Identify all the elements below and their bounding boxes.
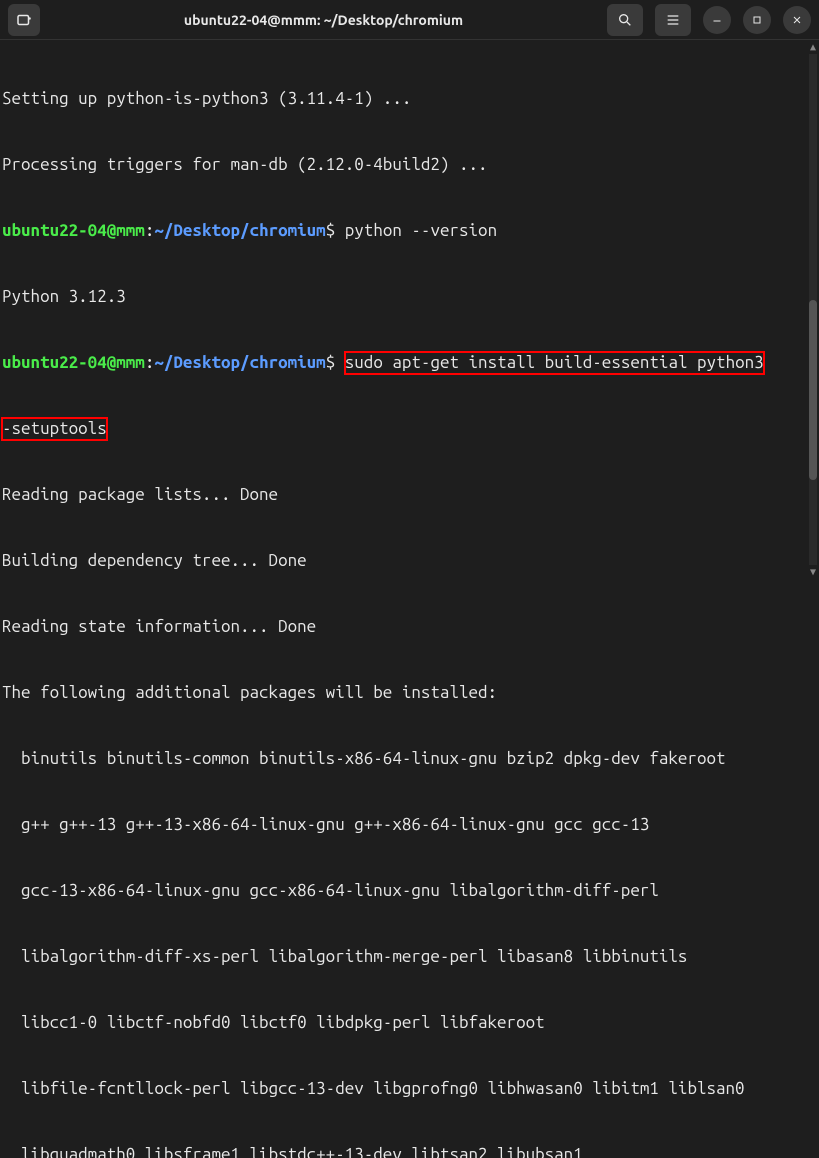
prompt-path: ~/Desktop/chromium: [154, 220, 325, 242]
output-line: Python 3.12.3: [2, 286, 817, 308]
command-text: python --version: [345, 220, 497, 242]
prompt-dollar: $: [326, 220, 345, 242]
search-button[interactable]: [607, 4, 643, 36]
output-line: g++ g++-13 g++-13-x86-64-linux-gnu g++-x…: [2, 814, 817, 836]
output-line: binutils binutils-common binutils-x86-64…: [2, 748, 817, 770]
highlighted-command: sudo apt-get install build-essential pyt…: [345, 352, 764, 374]
prompt-sep: :: [145, 220, 155, 242]
prompt-line: ubuntu22-04@mmm:~/Desktop/chromium$ sudo…: [2, 352, 817, 374]
scrollbar: ▲ ▼: [807, 40, 819, 579]
output-line: Reading package lists... Done: [2, 484, 817, 506]
prompt-sep: :: [145, 352, 155, 374]
output-line: libalgorithm-diff-xs-perl libalgorithm-m…: [2, 946, 817, 968]
close-button[interactable]: [783, 6, 811, 34]
new-tab-button[interactable]: [8, 4, 40, 36]
output-line: Reading state information... Done: [2, 616, 817, 638]
terminal-output[interactable]: Setting up python-is-python3 (3.11.4-1) …: [0, 40, 819, 1158]
output-line: gcc-13-x86-64-linux-gnu gcc-x86-64-linux…: [2, 880, 817, 902]
prompt-userhost: ubuntu22-04@mmm: [2, 352, 145, 374]
output-line: The following additional packages will b…: [2, 682, 817, 704]
output-line: Building dependency tree... Done: [2, 550, 817, 572]
titlebar-controls: [607, 4, 811, 36]
prompt-dollar: $: [326, 352, 345, 374]
titlebar: ubuntu22-04@mmm: ~/Desktop/chromium: [0, 0, 819, 40]
hamburger-menu-button[interactable]: [655, 4, 691, 36]
output-line: -setuptools: [2, 418, 817, 440]
maximize-button[interactable]: [743, 6, 771, 34]
window-title: ubuntu22-04@mmm: ~/Desktop/chromium: [48, 12, 599, 28]
prompt-path: ~/Desktop/chromium: [154, 352, 325, 374]
scroll-up-arrow[interactable]: ▲: [807, 40, 819, 54]
highlighted-command-continuation: -setuptools: [2, 418, 107, 440]
scroll-down-arrow[interactable]: ▼: [807, 565, 819, 579]
output-line: libfile-fcntllock-perl libgcc-13-dev lib…: [2, 1078, 817, 1100]
output-line: libquadmath0 libsframe1 libstdc++-13-dev…: [2, 1144, 817, 1158]
prompt-userhost: ubuntu22-04@mmm: [2, 220, 145, 242]
output-line: libcc1-0 libctf-nobfd0 libctf0 libdpkg-p…: [2, 1012, 817, 1034]
prompt-line: ubuntu22-04@mmm:~/Desktop/chromium$ pyth…: [2, 220, 817, 242]
minimize-button[interactable]: [703, 6, 731, 34]
output-line: Setting up python-is-python3 (3.11.4-1) …: [2, 88, 817, 110]
output-line: Processing triggers for man-db (2.12.0-4…: [2, 154, 817, 176]
scrollbar-thumb[interactable]: [809, 300, 817, 480]
